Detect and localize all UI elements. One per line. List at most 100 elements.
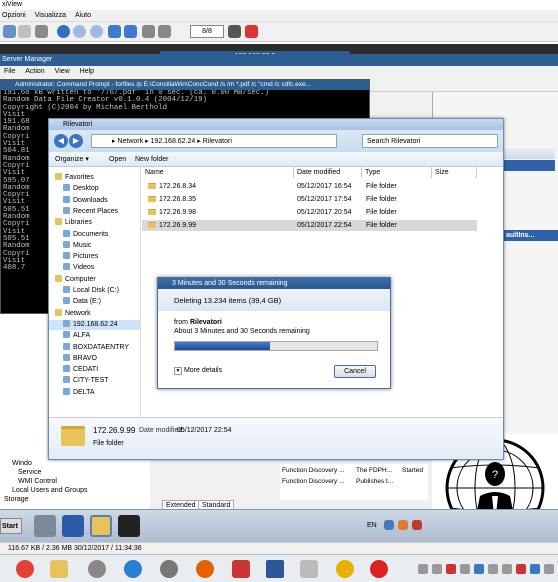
tray-icon[interactable] <box>544 564 554 574</box>
sm-menu-action[interactable]: Action <box>25 68 44 75</box>
start-button[interactable]: Start <box>0 518 22 534</box>
sm-menu-help[interactable]: Help <box>80 68 94 75</box>
table-row[interactable]: 172.26.9.99 05/12/2017 22:54 File folder <box>142 220 477 231</box>
nav-item[interactable]: 192.168.62.24 <box>49 319 140 330</box>
column-date[interactable]: Date modified <box>294 167 362 178</box>
sm-menu-view[interactable]: View <box>55 68 70 75</box>
nav-item[interactable]: Computer <box>49 274 140 285</box>
nav-item[interactable]: Favorites <box>49 173 140 183</box>
copy-icon[interactable] <box>18 25 31 38</box>
tray-icon[interactable] <box>474 564 484 574</box>
menu-aiuto[interactable]: Aiuto <box>75 12 91 19</box>
chrome-icon[interactable] <box>16 560 34 578</box>
ie-icon[interactable] <box>124 560 142 578</box>
tree-item[interactable]: Service <box>18 468 41 477</box>
column-name[interactable]: Name <box>142 167 294 178</box>
nav-item[interactable]: Downloads <box>49 195 140 206</box>
tool-icon[interactable] <box>88 560 106 578</box>
menu-opzioni[interactable]: Opzioni <box>2 12 26 19</box>
tray-app-icon[interactable] <box>398 520 408 530</box>
app-icon[interactable] <box>160 560 178 578</box>
nav-item[interactable]: Data (E:) <box>49 297 140 307</box>
firefox-icon[interactable] <box>196 560 214 578</box>
row-date: 05/12/2017 16:54 <box>297 183 352 190</box>
close-icon[interactable] <box>245 25 258 38</box>
tree-item[interactable]: WMI Control <box>18 477 57 486</box>
keyboard-icon[interactable] <box>384 520 394 530</box>
more-details-toggle[interactable]: ▼ More details <box>174 367 222 375</box>
prev-icon[interactable] <box>108 25 121 38</box>
app3-icon[interactable] <box>336 560 354 578</box>
next-icon[interactable] <box>124 25 137 38</box>
pdf-icon[interactable] <box>232 560 250 578</box>
table-row[interactable]: 172.26.8.35 05/12/2017 17:54 File folder <box>142 194 477 205</box>
nav-item[interactable]: Network <box>49 308 140 319</box>
save-icon[interactable] <box>3 25 16 38</box>
nav-item[interactable]: CITY-TEST <box>49 376 140 386</box>
zoom-in-icon[interactable] <box>73 25 86 38</box>
tray-alert-icon[interactable] <box>412 520 422 530</box>
language-indicator[interactable]: EN <box>367 522 377 529</box>
list-item[interactable]: Function Discovery ... Publishes t... <box>282 477 393 487</box>
menu-visualizza[interactable]: Visualizza <box>35 12 66 19</box>
back-icon[interactable]: ◀ <box>54 134 68 148</box>
open-button[interactable]: Open <box>109 152 126 167</box>
explorer-taskbar-icon[interactable] <box>90 515 112 537</box>
cancel-button[interactable]: Cancel <box>334 365 376 378</box>
tray-icon[interactable] <box>488 564 498 574</box>
tree-item[interactable]: Windo <box>12 459 32 468</box>
nav-item[interactable]: BRAVO <box>49 353 140 364</box>
server-manager-taskbar-icon[interactable] <box>34 515 56 537</box>
nav-label: Local Disk (C:) <box>73 287 119 294</box>
forward-icon[interactable]: ▶ <box>69 134 83 148</box>
nav-label: BRAVO <box>73 354 97 362</box>
info-icon[interactable] <box>57 25 70 38</box>
first-page-icon[interactable] <box>142 25 155 38</box>
nav-item[interactable]: Videos <box>49 263 140 273</box>
table-row[interactable]: 172.26.9.98 05/12/2017 20:54 File folder <box>142 207 477 218</box>
app2-icon[interactable] <box>300 560 318 578</box>
tray-icon[interactable] <box>516 564 526 574</box>
nav-item[interactable]: BOXDATAENTRY <box>49 342 140 353</box>
tray-icon[interactable] <box>530 564 540 574</box>
cmd-taskbar-icon[interactable] <box>118 515 140 537</box>
list-item[interactable]: Function Discovery ... The FDPH... Start… <box>282 466 423 476</box>
last-page-icon[interactable] <box>158 25 171 38</box>
nav-item[interactable]: Libraries <box>49 218 140 228</box>
tree-item[interactable]: Storage <box>4 495 29 504</box>
column-type[interactable]: Type <box>362 167 432 178</box>
word-icon[interactable] <box>266 560 284 578</box>
tray-icon[interactable] <box>432 564 442 574</box>
tray-icon[interactable] <box>446 564 456 574</box>
nav-item[interactable]: DELTA <box>49 387 140 398</box>
page-indicator[interactable]: 8/8 <box>190 25 224 38</box>
tree-item[interactable]: Local Users and Groups <box>12 486 87 495</box>
nav-item[interactable]: Pictures <box>49 252 140 262</box>
nav-label: 192.168.62.24 <box>73 320 118 328</box>
table-row[interactable]: 172.26.8.34 05/12/2017 16:54 File folder <box>142 181 477 192</box>
tray-icon[interactable] <box>502 564 512 574</box>
tools-icon[interactable] <box>228 25 241 38</box>
nav-item[interactable]: Local Disk (C:) <box>49 286 140 296</box>
zoom-out-icon[interactable] <box>90 25 103 38</box>
address-bar[interactable]: ▸ Network ▸ 192.168.62.24 ▸ Rilevatori <box>91 134 337 148</box>
powershell-icon[interactable] <box>62 515 84 537</box>
search-input[interactable]: Search Rilevatori <box>362 134 498 148</box>
tray-icon[interactable] <box>460 564 470 574</box>
new-folder-button[interactable]: New folder <box>135 152 168 167</box>
column-size[interactable]: Size <box>432 167 477 178</box>
faultins-action[interactable]: aultIns... <box>503 230 558 241</box>
nav-item[interactable]: Music <box>49 240 140 251</box>
folder-icon[interactable] <box>50 560 68 578</box>
nav-item[interactable]: ALFA <box>49 331 140 341</box>
nav-item[interactable]: Recent Places <box>49 206 140 217</box>
lower-tree: Windo Service WMI Control Local Users an… <box>0 459 150 509</box>
tray-icon[interactable] <box>418 564 428 574</box>
sm-menu-file[interactable]: File <box>4 68 15 75</box>
nav-item[interactable]: Desktop <box>49 184 140 194</box>
undo-icon[interactable] <box>35 25 48 38</box>
app4-icon[interactable] <box>370 560 388 578</box>
nav-item[interactable]: CEDATI <box>49 365 140 375</box>
organize-button[interactable]: Organize ▾ <box>55 152 89 167</box>
nav-item[interactable]: Documents <box>49 229 140 240</box>
